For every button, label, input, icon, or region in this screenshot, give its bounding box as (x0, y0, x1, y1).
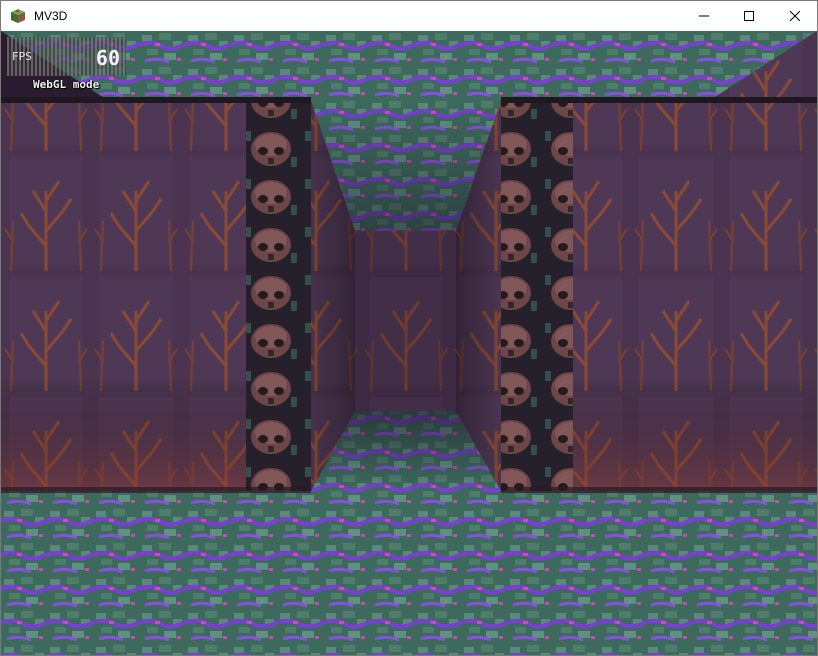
window-title: MV3D (34, 9, 68, 23)
minimize-icon (699, 15, 709, 17)
dungeon-scene (1, 31, 817, 655)
close-button[interactable] (772, 1, 818, 31)
title-bar[interactable]: MV3D (1, 1, 817, 31)
fps-meter[interactable]: FPS 60 (7, 37, 126, 76)
maximize-button[interactable] (726, 1, 772, 31)
app-icon (10, 8, 26, 24)
app-window: MV3D FPS 60 WebGL mode (0, 0, 818, 656)
game-viewport[interactable]: FPS 60 WebGL mode (1, 31, 817, 655)
minimize-button[interactable] (681, 1, 727, 31)
fps-value: 60 (95, 46, 120, 70)
maximize-icon (744, 11, 754, 21)
fps-label: FPS (12, 50, 32, 63)
close-icon (790, 11, 800, 21)
render-mode-label: WebGL mode (33, 78, 100, 91)
